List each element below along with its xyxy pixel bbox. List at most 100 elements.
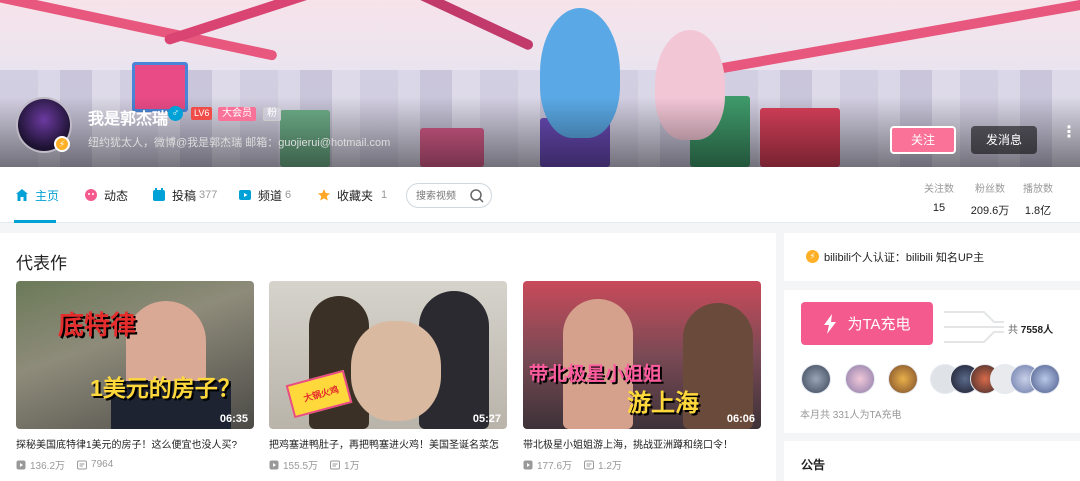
tab-favorites[interactable]: 收藏夹 1 (317, 167, 387, 223)
video-duration: 06:35 (219, 413, 248, 425)
tab-dynamic[interactable]: 动态 (84, 167, 128, 223)
certification-icon: ⚡ (806, 250, 819, 263)
vip-badge[interactable]: 大会员 (218, 107, 256, 121)
thumbnail-caption: 1美元的房子？ (90, 375, 241, 401)
tab-count: 377 (199, 189, 218, 201)
section-title: 代表作 (16, 254, 67, 273)
search-box[interactable] (406, 183, 492, 208)
play-count-value: 136.2万 (30, 461, 66, 472)
danmaku-icon (330, 460, 341, 469)
tab-count: 6 (285, 189, 292, 201)
thumbnail-caption: 底特律 (58, 310, 137, 340)
stat-label: 粉丝数 (975, 184, 1005, 195)
message-button[interactable]: 发消息 (971, 126, 1037, 154)
play-count: 155.5万 (269, 457, 318, 472)
charge-button-label: 为TA充电 (847, 316, 911, 333)
thumbnail-caption: 游上海 (627, 390, 699, 417)
channel-icon (238, 188, 252, 202)
video-card[interactable]: 底特律 1美元的房子？ 06:35 探秘美国底特律1美元的房子！这么便宜也没人买… (16, 281, 254, 472)
notice-card: 公告 (784, 441, 1080, 481)
tab-label: 动态 (104, 188, 129, 203)
video-thumbnail[interactable]: 底特律 1美元的房子？ 06:35 (16, 281, 254, 429)
donor-avatar[interactable] (801, 364, 831, 394)
notice-title: 公告 (801, 458, 826, 472)
tab-label: 主页 (35, 188, 60, 203)
thumbnail-caption: 带北极星小姐姐 (529, 364, 663, 385)
tab-count: 1 (381, 189, 388, 201)
donor-avatar[interactable] (888, 364, 918, 394)
banner-ribbon (702, 0, 1080, 77)
video-meta: 136.2万 7964 (16, 457, 254, 472)
play-count-value: 177.6万 (537, 461, 573, 472)
user-signature: 纽约犹太人，微博@我是郭杰瑞 邮箱：guojierui@hotmail.com (88, 137, 391, 149)
masterpiece-section: 代表作 底特律 1美元的房子？ 06:35 探秘美国底特律1美元的房子！这么便宜… (0, 233, 776, 481)
star-icon (317, 188, 331, 202)
danmaku-count-value: 7964 (91, 459, 114, 470)
more-options-icon[interactable]: ⋮ (1061, 125, 1077, 150)
thumbnail-turkey (351, 321, 441, 421)
video-title[interactable]: 带北极星小姐姐游上海，挑战亚洲蹲和绕口令！ (523, 436, 761, 451)
danmaku-count-value: 1万 (344, 461, 360, 472)
stat-plays: 播放数 1.8亿 (1020, 180, 1056, 218)
charge-month-text: 本月共 331人为TA充电 (800, 410, 902, 421)
video-title[interactable]: 把鸡塞进鸭肚子，再把鸭塞进火鸡！美国圣诞名菜怎 (269, 436, 507, 451)
danmaku-icon (584, 460, 595, 469)
profile-nav: 主页 动态 投稿 377 频道 6 收藏夹 1 关注数 15 (0, 167, 1080, 223)
search-icon[interactable] (469, 188, 485, 204)
video-meta: 155.5万 1万 (269, 457, 507, 472)
banner-ribbon (0, 0, 278, 62)
charge-button[interactable]: 为TA充电 (801, 302, 933, 345)
stat-label: 关注数 (924, 184, 954, 195)
banner-ribbon (385, 0, 535, 52)
dynamic-icon (84, 188, 98, 202)
video-card[interactable]: 大锅火鸡 05:27 把鸡塞进鸭肚子，再把鸭塞进火鸡！美国圣诞名菜怎 155.5… (269, 281, 507, 472)
active-tab-indicator (14, 220, 56, 223)
donor-avatar[interactable] (845, 364, 875, 394)
stat-value: 1.8亿 (1024, 205, 1052, 217)
username: 我是郭杰瑞 (88, 111, 169, 128)
follow-button[interactable]: 关注 (890, 126, 956, 154)
charge-total: 共 7558人 (1004, 321, 1058, 336)
tab-channels[interactable]: 频道 6 (238, 167, 291, 223)
danmaku-count: 7964 (77, 459, 113, 470)
search-input[interactable] (416, 188, 474, 204)
stat-label: 播放数 (1023, 184, 1053, 195)
stat-fans[interactable]: 粉丝数 209.6万 (968, 180, 1012, 218)
stat-value: 209.6万 (970, 205, 1010, 217)
certification-text: bilibili个人认证：bilibili 知名UP主 (824, 252, 985, 264)
upload-icon (152, 188, 166, 202)
donor-avatar[interactable] (1030, 364, 1060, 394)
video-thumbnail[interactable]: 带北极星小姐姐 游上海 06:06 (523, 281, 761, 429)
home-icon (15, 188, 29, 202)
tab-home[interactable]: 主页 (15, 167, 59, 223)
stat-following[interactable]: 关注数 15 (921, 180, 957, 214)
play-icon (16, 460, 26, 469)
play-icon (523, 460, 533, 469)
verified-icon: ⚡ (54, 136, 70, 152)
stat-value: 15 (932, 202, 946, 214)
danmaku-icon (77, 460, 88, 469)
charge-total-prefix: 共 (1008, 325, 1018, 336)
charge-card: 为TA充电 共 7558人 本月共 331人为TA充电 (784, 290, 1080, 433)
danmaku-count: 1万 (330, 457, 360, 472)
play-count: 136.2万 (16, 457, 65, 472)
video-card[interactable]: 带北极星小姐姐 游上海 06:06 带北极星小姐姐游上海，挑战亚洲蹲和绕口令！ … (523, 281, 761, 472)
fan-medal-badge[interactable]: 粉 (263, 107, 281, 121)
gender-male-icon: ♂ (168, 106, 183, 121)
tab-label: 投稿 (172, 188, 197, 203)
tab-label: 频道 (258, 188, 283, 203)
play-count-value: 155.5万 (283, 461, 319, 472)
lightning-icon (824, 313, 837, 334)
level-badge[interactable]: LV6 (191, 107, 213, 120)
video-duration: 06:06 (726, 413, 755, 425)
video-duration: 05:27 (472, 413, 501, 425)
danmaku-count-value: 1.2万 (598, 461, 622, 472)
charge-total-value: 7558人 (1020, 325, 1054, 336)
play-icon (269, 460, 279, 469)
video-thumbnail[interactable]: 大锅火鸡 05:27 (269, 281, 507, 429)
tab-uploads[interactable]: 投稿 377 (152, 167, 217, 223)
video-meta: 177.6万 1.2万 (523, 457, 761, 472)
video-title[interactable]: 探秘美国底特律1美元的房子！这么便宜也没人买? (16, 436, 254, 451)
play-count: 177.6万 (523, 457, 572, 472)
danmaku-count: 1.2万 (584, 457, 622, 472)
